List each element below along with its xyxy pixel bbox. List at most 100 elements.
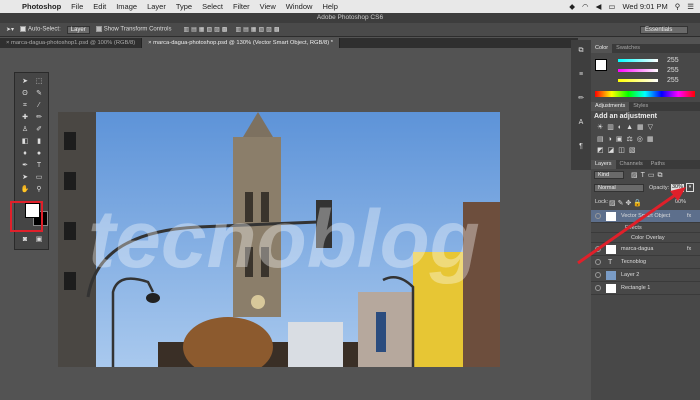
tools-panel: ➤ ⬚ ʘ ✎ ⌗ ⁄ ✚ ✏ ♙ ✐ ◧ ▮ ♦ ● ✒ T ➤ ▭ ✋ ⚲ … — [10, 72, 49, 250]
blue-value[interactable]: 255 — [667, 77, 679, 84]
menu-layer[interactable]: Layer — [147, 2, 166, 11]
show-transform-checkbox[interactable]: Show Transform Controls — [95, 26, 172, 33]
clock[interactable]: Wed 9:01 PM — [622, 2, 667, 11]
tab-label: marca-dagua-photoshop.psd @ 130% (Vector… — [153, 40, 334, 46]
auto-select-label: Auto-Select: — [28, 26, 61, 33]
tab-swatches[interactable]: Swatches — [612, 44, 644, 53]
photo-image: tecnoblog — [58, 112, 500, 367]
move-tool-icon[interactable]: ➤ — [19, 77, 31, 87]
quick-select-icon[interactable]: ✎ — [33, 89, 45, 99]
properties-panel-icon[interactable]: ≡ — [575, 70, 587, 80]
document-canvas[interactable]: tecnoblog — [58, 112, 500, 367]
eraser-tool-icon[interactable]: ◧ — [19, 137, 31, 147]
brush-panel-icon[interactable]: ✏ — [575, 94, 587, 104]
history-brush-icon[interactable]: ✐ — [33, 125, 45, 135]
dropbox-icon[interactable]: ◆ — [569, 2, 575, 11]
tab-document-1[interactable]: × marca-dagua-photoshop1.psd @ 100% (RGB… — [0, 38, 143, 48]
layer-thumbnail — [606, 271, 616, 280]
menu-window[interactable]: Window — [286, 2, 313, 11]
move-tool-icon[interactable]: ➤▾ — [6, 26, 14, 33]
menu-image[interactable]: Image — [116, 2, 137, 11]
color-panel-tabs: Color Swatches — [591, 44, 700, 53]
align-icons[interactable]: ▥▤▦▧▨▩ — [183, 26, 229, 33]
swatch-highlight-box — [10, 201, 43, 232]
menu-file[interactable]: File — [71, 2, 83, 11]
foreground-color-swatch[interactable] — [595, 59, 607, 71]
menu-edit[interactable]: Edit — [93, 2, 106, 11]
adjustments-heading: Add an adjustment — [594, 113, 658, 120]
clone-stamp-icon[interactable]: ♙ — [19, 125, 31, 135]
healing-brush-icon[interactable]: ✚ — [19, 113, 31, 123]
adjustments-panel-tabs: Adjustments Styles — [591, 102, 700, 111]
layer-row-layer-2[interactable]: Layer 2 — [591, 269, 700, 282]
menu-select[interactable]: Select — [202, 2, 223, 11]
character-panel-icon[interactable]: A — [575, 118, 587, 128]
tab-color[interactable]: Color — [591, 44, 613, 53]
show-transform-label: Show Transform Controls — [103, 26, 172, 33]
crop-tool-icon[interactable]: ⌗ — [19, 101, 31, 111]
volume-icon[interactable]: ◀ — [596, 2, 602, 11]
color-spectrum[interactable] — [595, 91, 695, 97]
quick-mask-icon[interactable]: ◙ — [19, 235, 31, 245]
wifi-icon[interactable]: ◠ — [582, 2, 589, 11]
eyedropper-icon[interactable]: ⁄ — [33, 101, 45, 111]
history-panel-icon[interactable]: ⧉ — [575, 46, 587, 56]
layer-select[interactable]: Layer — [66, 25, 90, 34]
tab-channels[interactable]: Channels — [616, 160, 647, 169]
zoom-tool-icon[interactable]: ⚲ — [33, 185, 45, 195]
menu-help[interactable]: Help — [322, 2, 337, 11]
pen-tool-icon[interactable]: ✒ — [19, 161, 31, 171]
tab-styles[interactable]: Styles — [629, 102, 652, 111]
layer-name: Layer 2 — [621, 272, 640, 278]
auto-select-checkbox[interactable]: Auto-Select: — [20, 26, 61, 33]
menu-bar: Photoshop File Edit Image Layer Type Sel… — [0, 0, 700, 13]
document-tabs: × marca-dagua-photoshop1.psd @ 100% (RGB… — [0, 38, 578, 48]
layer-name: Rectangle 1 — [621, 285, 651, 291]
brush-tool-icon[interactable]: ✏ — [33, 113, 45, 123]
gradient-tool-icon[interactable]: ▮ — [33, 137, 45, 147]
path-select-icon[interactable]: ➤ — [19, 173, 31, 183]
tab-layers[interactable]: Layers — [591, 160, 616, 169]
watermark-text: tecnoblog — [88, 194, 480, 285]
green-slider[interactable] — [618, 69, 658, 72]
layer-thumbnail — [606, 284, 616, 293]
tab-paths[interactable]: Paths — [647, 160, 669, 169]
color-panel: 255 255 255 — [591, 53, 700, 101]
workspace-select[interactable]: Essentials — [640, 25, 688, 34]
collapsed-panel-strip: ⧉ ≡ ✏ A ¶ — [571, 40, 591, 170]
red-slider[interactable] — [618, 59, 658, 62]
shape-tool-icon[interactable]: ▭ — [33, 173, 45, 183]
tab-document-2[interactable]: × marca-dagua-photoshop.psd @ 130% (Vect… — [142, 38, 341, 48]
tab-adjustments[interactable]: Adjustments — [591, 102, 630, 111]
menu-app-name[interactable]: Photoshop — [22, 2, 61, 11]
annotation-arrow — [577, 187, 686, 265]
battery-icon[interactable]: ▭ — [608, 2, 615, 11]
menu-list-icon[interactable]: ☰ — [687, 2, 694, 11]
options-bar: ➤▾ Auto-Select: Layer Show Transform Con… — [0, 23, 700, 37]
layer-row-rectangle-1[interactable]: Rectangle 1 — [591, 282, 700, 295]
tab-label: marca-dagua-photoshop1.psd @ 100% (RGB/8… — [11, 40, 136, 46]
marquee-tool-icon[interactable]: ⬚ — [33, 77, 45, 87]
blur-tool-icon[interactable]: ♦ — [19, 149, 31, 159]
screen-mode-icon[interactable]: ▣ — [33, 235, 45, 245]
adjustment-icons-row-2[interactable]: ▤◑▣⚖◎▦ — [597, 135, 657, 143]
paragraph-panel-icon[interactable]: ¶ — [575, 142, 587, 152]
menu-view[interactable]: View — [260, 2, 276, 11]
green-value[interactable]: 255 — [667, 67, 679, 74]
distribute-icons[interactable]: ▥▤▦▧▨▩ — [235, 26, 281, 33]
layers-panel-tabs: Layers Channels Paths — [591, 160, 700, 169]
search-icon[interactable]: ⚲ — [675, 2, 681, 11]
menu-filter[interactable]: Filter — [233, 2, 250, 11]
hand-tool-icon[interactable]: ✋ — [19, 185, 31, 195]
menu-type[interactable]: Type — [176, 2, 192, 11]
red-value[interactable]: 255 — [667, 57, 679, 64]
type-tool-icon[interactable]: T — [33, 161, 45, 171]
visibility-icon[interactable] — [595, 272, 601, 278]
blue-slider[interactable] — [618, 79, 658, 82]
window-title: Adobe Photoshop CS6 — [0, 13, 700, 23]
lasso-tool-icon[interactable]: ʘ — [19, 89, 31, 99]
visibility-icon[interactable] — [595, 285, 601, 291]
adjustment-icons-row-1[interactable]: ☀▥◐▲▦▽ — [597, 123, 657, 131]
adjustment-icons-row-3[interactable]: ◩◪◫▧ — [597, 146, 639, 154]
dodge-tool-icon[interactable]: ● — [33, 149, 45, 159]
